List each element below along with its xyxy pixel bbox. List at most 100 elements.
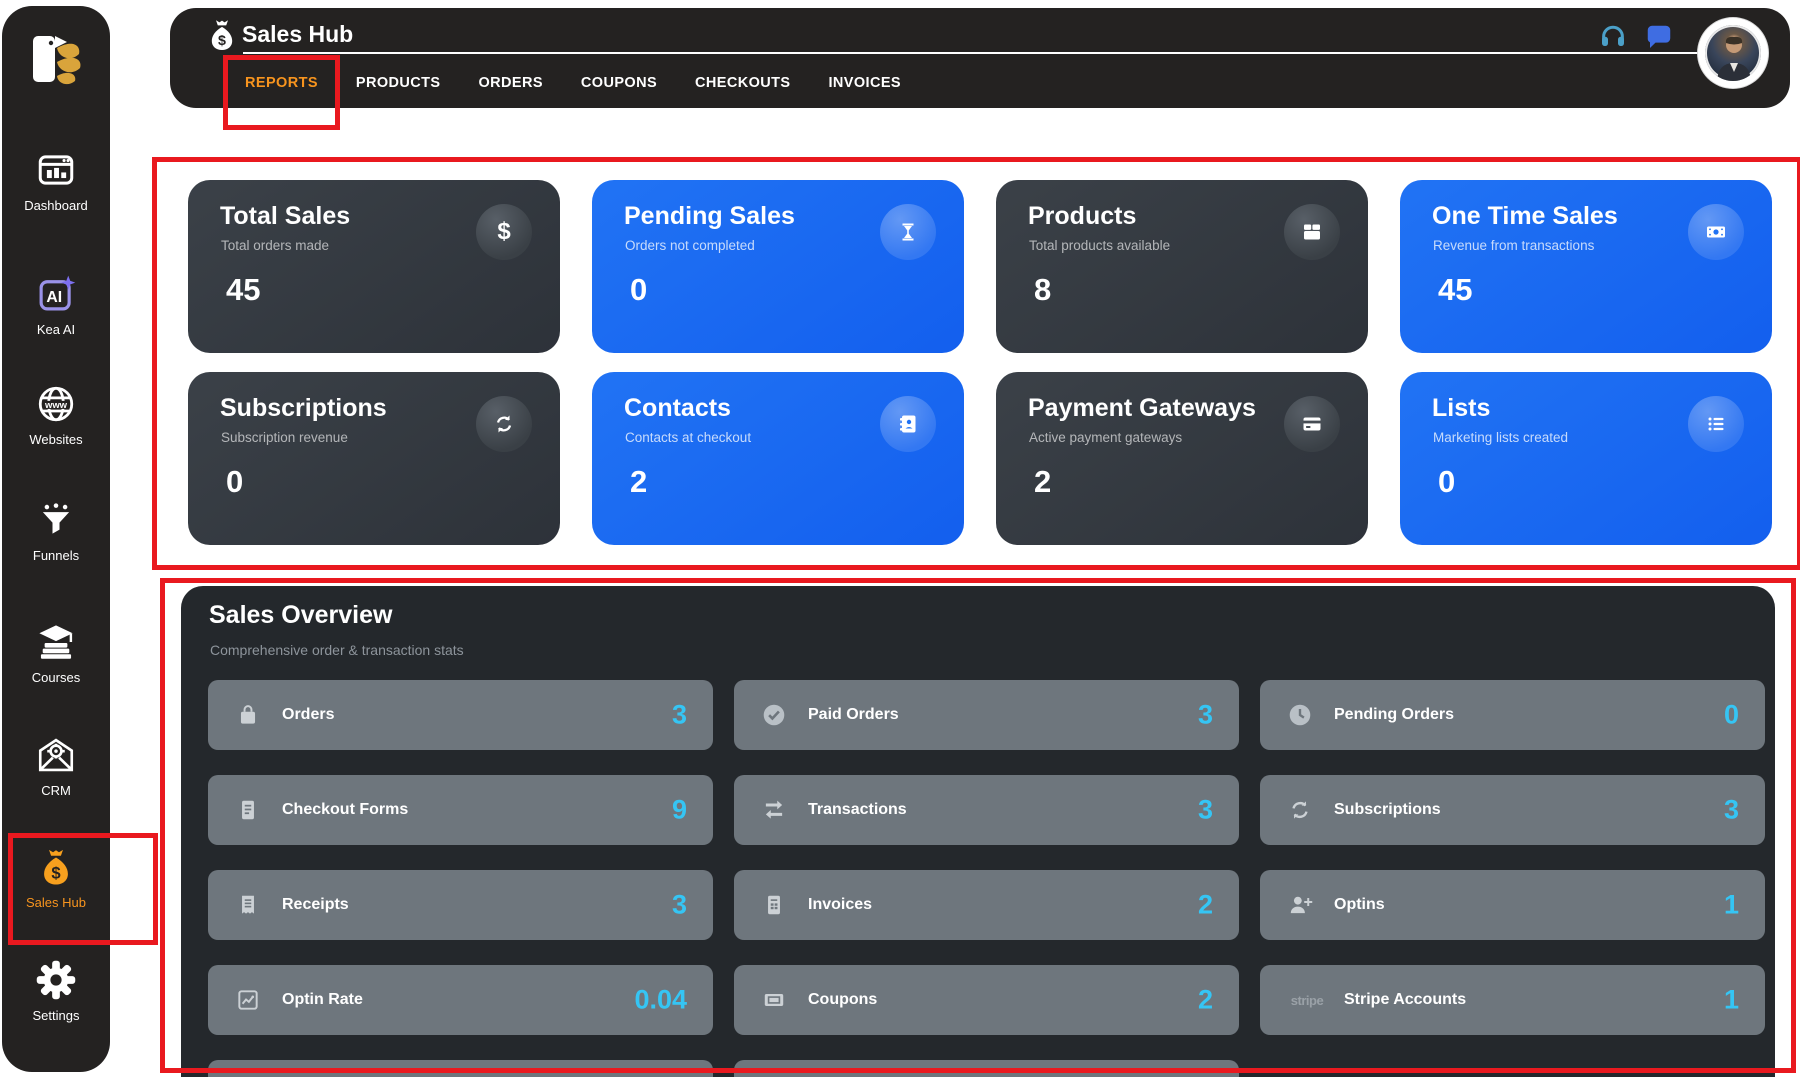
sidebar-item-label: Dashboard: [2, 198, 110, 213]
stat-row-optin-rate[interactable]: Optin Rate 0.04: [208, 965, 713, 1035]
tab-invoices[interactable]: INVOICES: [828, 75, 901, 91]
stat-row-partial: [734, 1060, 1239, 1077]
stripe-glyph: stripe: [1291, 993, 1323, 1008]
sidebar-item-dashboard[interactable]: Dashboard: [2, 146, 110, 213]
tab-checkouts[interactable]: CHECKOUTS: [695, 75, 790, 91]
stat-card-contacts[interactable]: Contacts Contacts at checkout 2: [592, 372, 964, 545]
dollar-glyph: $: [497, 218, 510, 246]
card-value: 2: [1034, 464, 1051, 500]
stat-row-pending-orders[interactable]: Pending Orders 0: [1260, 680, 1765, 750]
stat-label: Coupons: [808, 991, 877, 1009]
tab-coupons[interactable]: COUPONS: [581, 75, 657, 91]
stat-value: 1: [1724, 985, 1739, 1016]
stat-card-lists[interactable]: Lists Marketing lists created 0: [1400, 372, 1772, 545]
card-title: Payment Gateways: [1028, 394, 1256, 423]
stat-value: 0: [1724, 700, 1739, 731]
stat-label: Stripe Accounts: [1344, 991, 1466, 1009]
stat-card-one-time-sales[interactable]: One Time Sales Revenue from transactions…: [1400, 180, 1772, 353]
card-value: 8: [1034, 272, 1051, 308]
sync-icon: [1286, 796, 1314, 824]
invoice-icon: [760, 891, 788, 919]
stat-row-optins[interactable]: Optins 1: [1260, 870, 1765, 940]
user-avatar[interactable]: [1698, 18, 1768, 88]
stat-row-orders[interactable]: Orders 3: [208, 680, 713, 750]
bullet-list-icon: [1688, 396, 1744, 452]
sidebar-item-settings[interactable]: Settings: [2, 956, 110, 1023]
avatar-photo: [1705, 25, 1761, 81]
receipt-icon: [234, 891, 262, 919]
stat-card-total-sales[interactable]: Total Sales Total orders made 45 $: [188, 180, 560, 353]
card-value: 0: [630, 272, 647, 308]
stat-card-products[interactable]: Products Total products available 8: [996, 180, 1368, 353]
stat-card-subscriptions[interactable]: Subscriptions Subscription revenue 0: [188, 372, 560, 545]
section-subtitle: Comprehensive order & transaction stats: [210, 642, 464, 658]
clock-icon: [1286, 701, 1314, 729]
headphones-icon[interactable]: [1598, 21, 1628, 51]
stat-value: 2: [1198, 890, 1213, 921]
tab-reports[interactable]: REPORTS: [245, 75, 318, 91]
card-value: 45: [1438, 272, 1472, 308]
stat-row-paid-orders[interactable]: Paid Orders 3: [734, 680, 1239, 750]
stat-row-stripe-accounts[interactable]: stripe Stripe Accounts 1: [1260, 965, 1765, 1035]
hourglass-icon: [880, 204, 936, 260]
document-icon: [234, 796, 262, 824]
stat-value: 1: [1724, 890, 1739, 921]
stat-label: Orders: [282, 706, 334, 724]
card-title: One Time Sales: [1432, 202, 1618, 231]
stat-value: 3: [1198, 700, 1213, 731]
stat-card-pending-sales[interactable]: Pending Sales Orders not completed 0: [592, 180, 964, 353]
sidebar-item-crm[interactable]: CRM: [2, 731, 110, 798]
card-value: 0: [1438, 464, 1455, 500]
dashboard-icon: [2, 146, 110, 194]
stat-value: 3: [1724, 795, 1739, 826]
card-subtitle: Contacts at checkout: [625, 430, 751, 445]
stat-card-payment-gateways[interactable]: Payment Gateways Active payment gateways…: [996, 372, 1368, 545]
stat-row-subscriptions[interactable]: Subscriptions 3: [1260, 775, 1765, 845]
stat-label: Checkout Forms: [282, 801, 408, 819]
dollar-icon: $: [476, 204, 532, 260]
sidebar-item-sales-hub[interactable]: $ Sales Hub: [2, 843, 110, 910]
chat-bubble-icon[interactable]: [1644, 22, 1674, 52]
stat-label: Transactions: [808, 801, 907, 819]
svg-text:$: $: [218, 33, 226, 49]
stat-label: Optins: [1334, 896, 1385, 914]
sidebar-item-label: Kea AI: [2, 322, 110, 337]
header-bar: $ Sales Hub REPORTS PRODUCTS ORDERS COUP…: [170, 8, 1790, 108]
card-subtitle: Total orders made: [221, 238, 329, 253]
stat-value: 2: [1198, 985, 1213, 1016]
sidebar-item-label: Websites: [2, 432, 110, 447]
sidebar-item-label: CRM: [2, 783, 110, 798]
header-divider: [243, 52, 1702, 54]
stat-row-invoices[interactable]: Invoices 2: [734, 870, 1239, 940]
sidebar-item-label: Settings: [2, 1008, 110, 1023]
stat-row-coupons[interactable]: Coupons 2: [734, 965, 1239, 1035]
stat-row-checkout-forms[interactable]: Checkout Forms 9: [208, 775, 713, 845]
funnel-icon: [2, 496, 110, 544]
contact-book-icon: [880, 396, 936, 452]
stat-label: Receipts: [282, 896, 349, 914]
sidebar-item-kea-ai[interactable]: AI Kea AI: [2, 270, 110, 337]
sidebar-item-funnels[interactable]: Funnels: [2, 496, 110, 563]
sync-icon: [476, 396, 532, 452]
card-title: Contacts: [624, 394, 731, 423]
money-bag-icon: $: [204, 17, 240, 53]
card-subtitle: Total products available: [1029, 238, 1170, 253]
kea-logo-icon[interactable]: [2, 28, 110, 90]
card-title: Subscriptions: [220, 394, 387, 423]
card-title: Total Sales: [220, 202, 350, 231]
ticket-icon: [760, 986, 788, 1014]
sidebar-item-websites[interactable]: www Websites: [2, 380, 110, 447]
stat-label: Paid Orders: [808, 706, 899, 724]
card-subtitle: Orders not completed: [625, 238, 755, 253]
ai-sparkle-icon: AI: [2, 270, 110, 318]
page-title: Sales Hub: [242, 21, 353, 48]
card-value: 0: [226, 464, 243, 500]
stat-value: 0.04: [634, 985, 687, 1016]
arrows-left-right-icon: [760, 796, 788, 824]
stat-row-receipts[interactable]: Receipts 3: [208, 870, 713, 940]
sidebar-item-courses[interactable]: Courses: [2, 618, 110, 685]
stat-row-transactions[interactable]: Transactions 3: [734, 775, 1239, 845]
sidebar-item-label: Sales Hub: [2, 895, 110, 910]
tab-orders[interactable]: ORDERS: [478, 75, 542, 91]
tab-products[interactable]: PRODUCTS: [356, 75, 441, 91]
